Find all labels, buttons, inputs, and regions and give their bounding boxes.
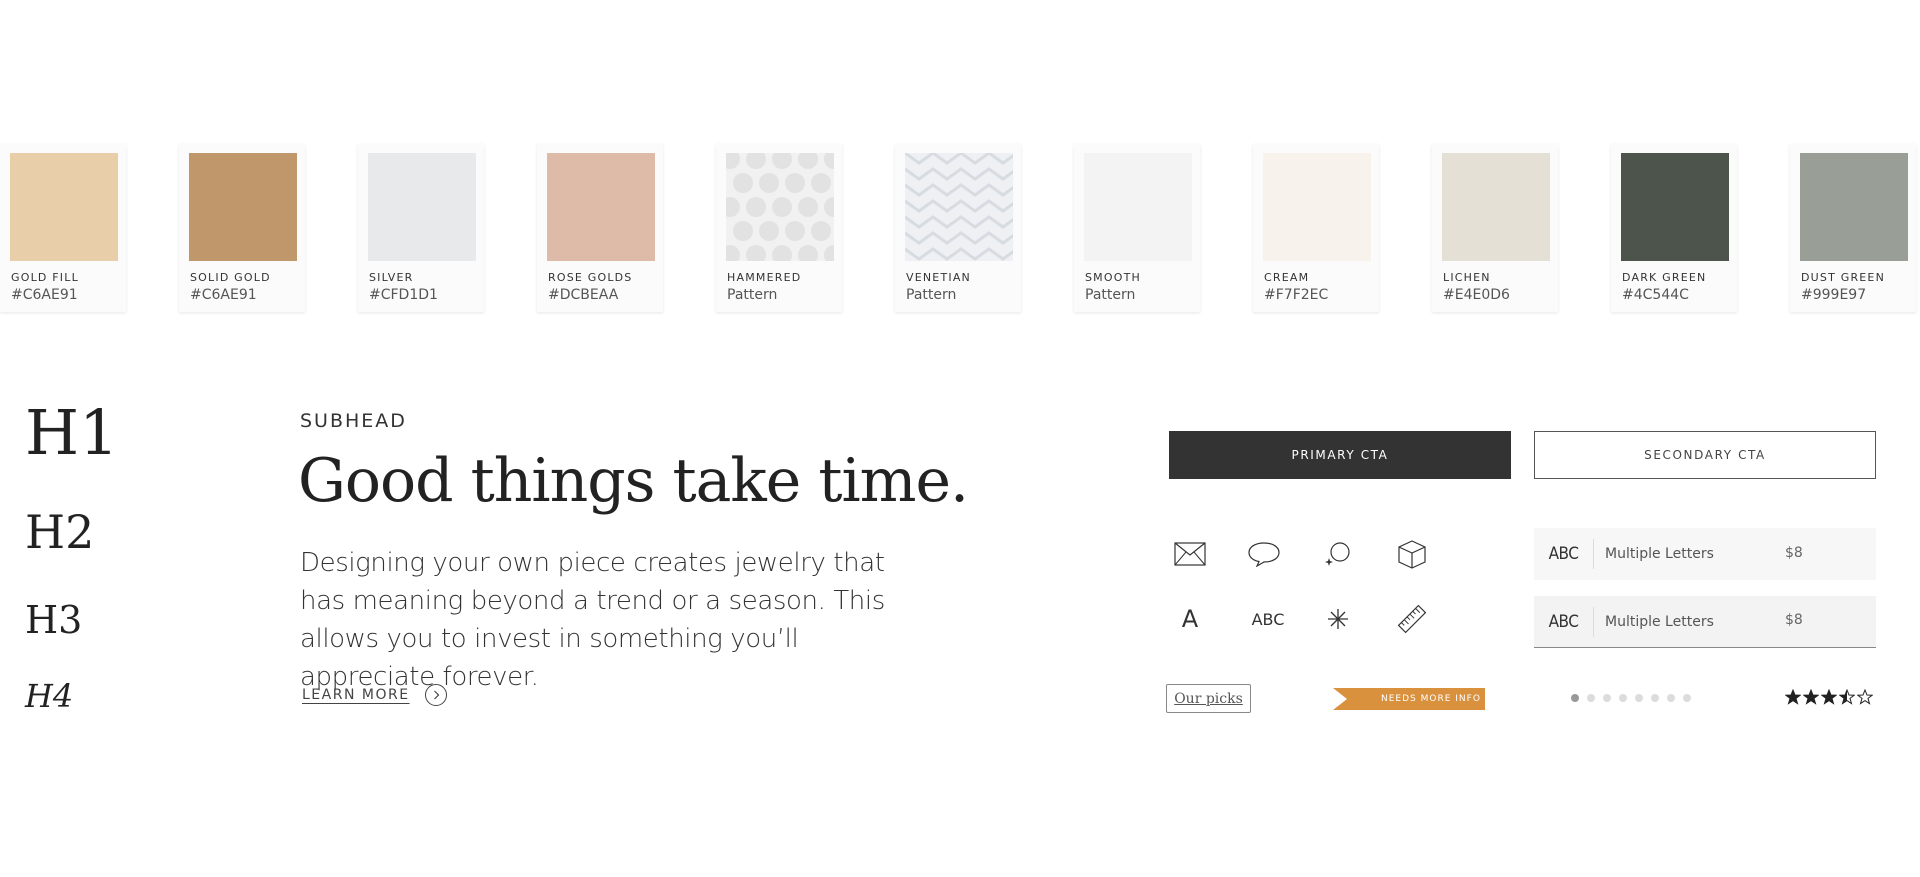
swatch-value: #DCBEAA	[548, 287, 619, 303]
swatch-smooth[interactable]: SMOOTH Pattern	[1074, 144, 1200, 312]
swatch-name: ROSE GOLDS	[548, 271, 633, 284]
swatch-silver[interactable]: SILVER #CFD1D1	[358, 144, 484, 312]
swatch-value: #C6AE91	[11, 287, 78, 303]
secondary-cta-button[interactable]: SECONDARY CTA	[1534, 431, 1876, 479]
star-full-icon	[1803, 689, 1819, 705]
option-abbr: ABC	[1548, 544, 1579, 564]
star-full-icon	[1785, 689, 1801, 705]
swatch-chip	[1442, 153, 1550, 261]
swatch-chip	[1084, 153, 1192, 261]
body-copy: Designing your own piece creates jewelry…	[300, 548, 885, 692]
pager-dot[interactable]	[1587, 694, 1595, 702]
letter-a-icon: A	[1181, 605, 1199, 633]
swatch-row: GOLD FILL #C6AE91 SOLID GOLD #C6AE91 SILVER #…	[0, 144, 1920, 314]
pager-dot[interactable]	[1635, 694, 1643, 702]
star-rating	[1785, 689, 1873, 705]
speech-bubble-icon	[1246, 536, 1282, 572]
swatch-chip	[547, 153, 655, 261]
swatch-chip	[1800, 153, 1908, 261]
swatch-name: SOLID GOLD	[190, 271, 271, 284]
swatch-value: #CFD1D1	[369, 287, 438, 303]
swatch-venetian[interactable]: VENETIAN Pattern	[895, 144, 1021, 312]
pager-dot[interactable]	[1619, 694, 1627, 702]
swatch-chip	[189, 153, 297, 261]
pager-dot[interactable]	[1571, 694, 1579, 702]
asterisk-icon	[1320, 601, 1356, 637]
swatch-chip	[1263, 153, 1371, 261]
option-row-multiple-letters[interactable]: ABC Multiple Letters $8	[1534, 528, 1876, 580]
subhead: SUBHEAD	[300, 410, 407, 432]
swatch-name: HAMMERED	[727, 271, 802, 284]
swatch-cream[interactable]: CREAM #F7F2EC	[1253, 144, 1379, 312]
chevron-right-circle-icon	[424, 684, 447, 706]
swatch-value: Pattern	[1085, 287, 1136, 303]
swatch-chip	[726, 153, 834, 261]
star-empty-icon	[1857, 689, 1873, 705]
swatch-value: #4C544C	[1622, 287, 1689, 303]
ruler-icon	[1394, 601, 1430, 637]
pager-dot[interactable]	[1667, 694, 1675, 702]
learn-more-label: LEARN MORE	[302, 687, 410, 703]
swatch-name: GOLD FILL	[11, 271, 79, 284]
swatch-name: SMOOTH	[1085, 271, 1141, 284]
option-row-multiple-letters-selected[interactable]: ABC Multiple Letters $8	[1534, 596, 1876, 648]
star-full-icon	[1821, 689, 1837, 705]
swatch-chip	[1621, 153, 1729, 261]
swatch-solid-gold[interactable]: SOLID GOLD #C6AE91	[179, 144, 305, 312]
learn-more-link[interactable]: LEARN MORE	[302, 683, 448, 707]
h2-sample: H2	[25, 505, 95, 559]
option-label: Multiple Letters	[1605, 613, 1714, 630]
option-divider	[1593, 539, 1594, 569]
abc-icon: ABC	[1251, 609, 1285, 629]
swatch-value: #C6AE91	[190, 287, 257, 303]
swatch-name: SILVER	[369, 271, 414, 284]
ribbon-label: NEEDS MORE INFO	[1381, 694, 1481, 704]
h3-sample: H3	[25, 598, 83, 642]
pager-dot[interactable]	[1651, 694, 1659, 702]
swatch-name: VENETIAN	[906, 271, 971, 284]
swatch-chip	[368, 153, 476, 261]
swatch-lichen[interactable]: LICHEN #E4E0D6	[1432, 144, 1558, 312]
swatch-value: Pattern	[906, 287, 957, 303]
option-price: $8	[1785, 612, 1803, 628]
swatch-hammered[interactable]: HAMMERED Pattern	[716, 144, 842, 312]
our-picks-tag[interactable]: Our picks	[1166, 684, 1251, 713]
needs-more-info-ribbon: NEEDS MORE INFO	[1333, 688, 1485, 710]
star-half-icon	[1839, 689, 1855, 705]
h4-sample: H4	[25, 677, 74, 715]
swatch-chip	[905, 153, 1013, 261]
box-icon	[1394, 536, 1430, 572]
swatch-rose-golds[interactable]: ROSE GOLDS #DCBEAA	[537, 144, 663, 312]
h1-sample: H1	[25, 396, 119, 469]
primary-cta-button[interactable]: PRIMARY CTA	[1169, 431, 1511, 479]
option-label: Multiple Letters	[1605, 546, 1714, 562]
swatch-gold-fill[interactable]: GOLD FILL #C6AE91	[0, 144, 126, 312]
swatch-chip	[10, 153, 118, 261]
swatch-name: DARK GREEN	[1622, 271, 1707, 284]
swatch-value: #F7F2EC	[1264, 287, 1329, 303]
swatch-value: Pattern	[727, 287, 778, 303]
option-divider	[1593, 606, 1594, 637]
carousel-pager	[1571, 694, 1691, 702]
envelope-icon	[1172, 536, 1208, 572]
swatch-dark-green[interactable]: DARK GREEN #4C544C	[1611, 144, 1737, 312]
swatch-value: #999E97	[1801, 287, 1867, 303]
sparkle-chat-icon	[1320, 536, 1356, 572]
swatch-name: LICHEN	[1443, 271, 1491, 284]
swatch-name: DUST GREEN	[1801, 271, 1886, 284]
swatch-dust-green[interactable]: DUST GREEN #999E97	[1790, 144, 1916, 312]
pager-dot[interactable]	[1683, 694, 1691, 702]
swatch-value: #E4E0D6	[1443, 287, 1510, 303]
swatch-name: CREAM	[1264, 271, 1310, 284]
pager-dot[interactable]	[1603, 694, 1611, 702]
option-abbr: ABC	[1548, 611, 1579, 632]
headline: Good things take time.	[298, 446, 969, 516]
option-price: $8	[1785, 544, 1803, 561]
